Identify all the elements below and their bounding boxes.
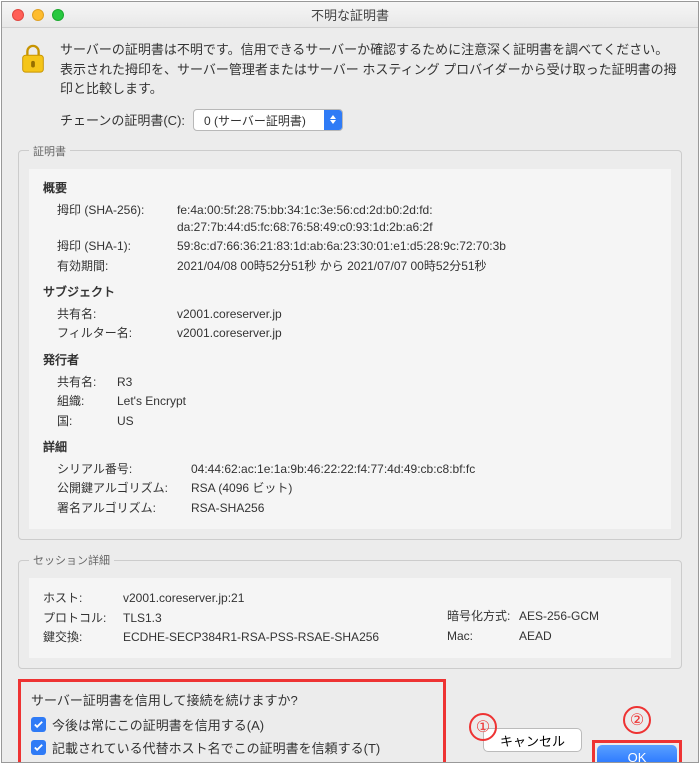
validity-value: 2021/04/08 00時52分51秒 から 2021/07/07 00時52… (177, 258, 657, 275)
warning-text: サーバーの証明書は不明です。信用できるサーバーか確認するために注意深く証明書を調… (60, 40, 682, 99)
chain-select-value: 0 (サーバー証明書) (194, 110, 324, 130)
issuer-cn-label: 共有名: (57, 374, 117, 391)
cancel-button[interactable]: キャンセル (483, 728, 582, 752)
certificate-group: 証明書 概要 拇印 (SHA-256): fe:4a:00:5f:28:75:b… (18, 143, 682, 541)
always-trust-label: 今後は常にこの証明書を信用する(A) (52, 715, 264, 734)
lock-warning-icon (18, 42, 48, 79)
host-label: ホスト: (43, 590, 123, 607)
zoom-icon[interactable] (52, 9, 64, 21)
sha1-label: 拇印 (SHA-1): (57, 238, 177, 255)
chain-label: チェーンの証明書(C): (60, 110, 185, 129)
trust-alt-label: 記載されている代替ホスト名でこの証明書を信頼する(T) (52, 738, 380, 757)
certificate-legend: 証明書 (29, 143, 70, 159)
sig-label: 署名アルゴリズム: (57, 500, 191, 517)
ok-highlight: OK (592, 740, 682, 762)
serial-label: シリアル番号: (57, 461, 191, 478)
issuer-org-value: Let's Encrypt (117, 393, 657, 410)
close-icon[interactable] (12, 9, 24, 21)
issuer-cn-value: R3 (117, 374, 657, 391)
ok-button[interactable]: OK (597, 745, 677, 762)
session-legend: セッション詳細 (29, 552, 114, 568)
subject-filter-value: v2001.coreserver.jp (177, 325, 657, 342)
kex-label: 鍵交換: (43, 629, 123, 646)
pubkey-label: 公開鍵アルゴリズム: (57, 480, 191, 497)
details-head: 詳細 (43, 438, 657, 455)
subject-cn-label: 共有名: (57, 306, 177, 323)
overview-head: 概要 (43, 179, 657, 196)
proto-value: TLS1.3 (123, 610, 447, 627)
validity-label: 有効期間: (57, 258, 177, 275)
mac-value: AEAD (519, 628, 657, 645)
always-trust-checkbox[interactable] (31, 717, 46, 732)
subject-head: サブジェクト (43, 283, 657, 300)
kex-value: ECDHE-SECP384R1-RSA-PSS-RSAE-SHA256 (123, 629, 447, 646)
sha256-label: 拇印 (SHA-256): (57, 202, 177, 237)
window-title: 不明な証明書 (2, 5, 698, 24)
issuer-head: 発行者 (43, 351, 657, 368)
subject-filter-label: フィルター名: (57, 325, 177, 342)
issuer-country-label: 国: (57, 413, 117, 430)
proto-label: プロトコル: (43, 610, 123, 627)
trust-area: サーバー証明書を信用して接続を続けますか? 今後は常にこの証明書を信用する(A)… (18, 679, 446, 762)
titlebar: 不明な証明書 (2, 2, 698, 28)
chain-select[interactable]: 0 (サーバー証明書) (193, 109, 343, 131)
subject-cn-value: v2001.coreserver.jp (177, 306, 657, 323)
trust-question: サーバー証明書を信用して接続を続けますか? (31, 690, 433, 709)
chevron-updown-icon (324, 110, 342, 130)
sha256-value: fe:4a:00:5f:28:75:bb:34:1c:3e:56:cd:2d:b… (177, 202, 657, 237)
issuer-country-value: US (117, 413, 657, 430)
pubkey-value: RSA (4096 ビット) (191, 480, 657, 497)
annotation-2: ② (623, 706, 651, 734)
annotation-1: ① (469, 713, 497, 741)
cipher-value: AES-256-GCM (519, 608, 657, 625)
serial-value: 04:44:62:ac:1e:1a:9b:46:22:22:f4:77:4d:4… (191, 461, 657, 478)
sig-value: RSA-SHA256 (191, 500, 657, 517)
cipher-label: 暗号化方式: (447, 608, 519, 625)
minimize-icon[interactable] (32, 9, 44, 21)
dialog-window: 不明な証明書 サーバーの証明書は不明です。信用できるサーバーか確認するために注意… (1, 1, 699, 763)
trust-alt-checkbox[interactable] (31, 740, 46, 755)
issuer-org-label: 組織: (57, 393, 117, 410)
session-group: セッション詳細 ホスト: v2001.coreserver.jp:21 プロトコ… (18, 552, 682, 669)
mac-label: Mac: (447, 628, 519, 645)
sha1-value: 59:8c:d7:66:36:21:83:1d:ab:6a:23:30:01:e… (177, 238, 657, 255)
host-value: v2001.coreserver.jp:21 (123, 590, 447, 607)
